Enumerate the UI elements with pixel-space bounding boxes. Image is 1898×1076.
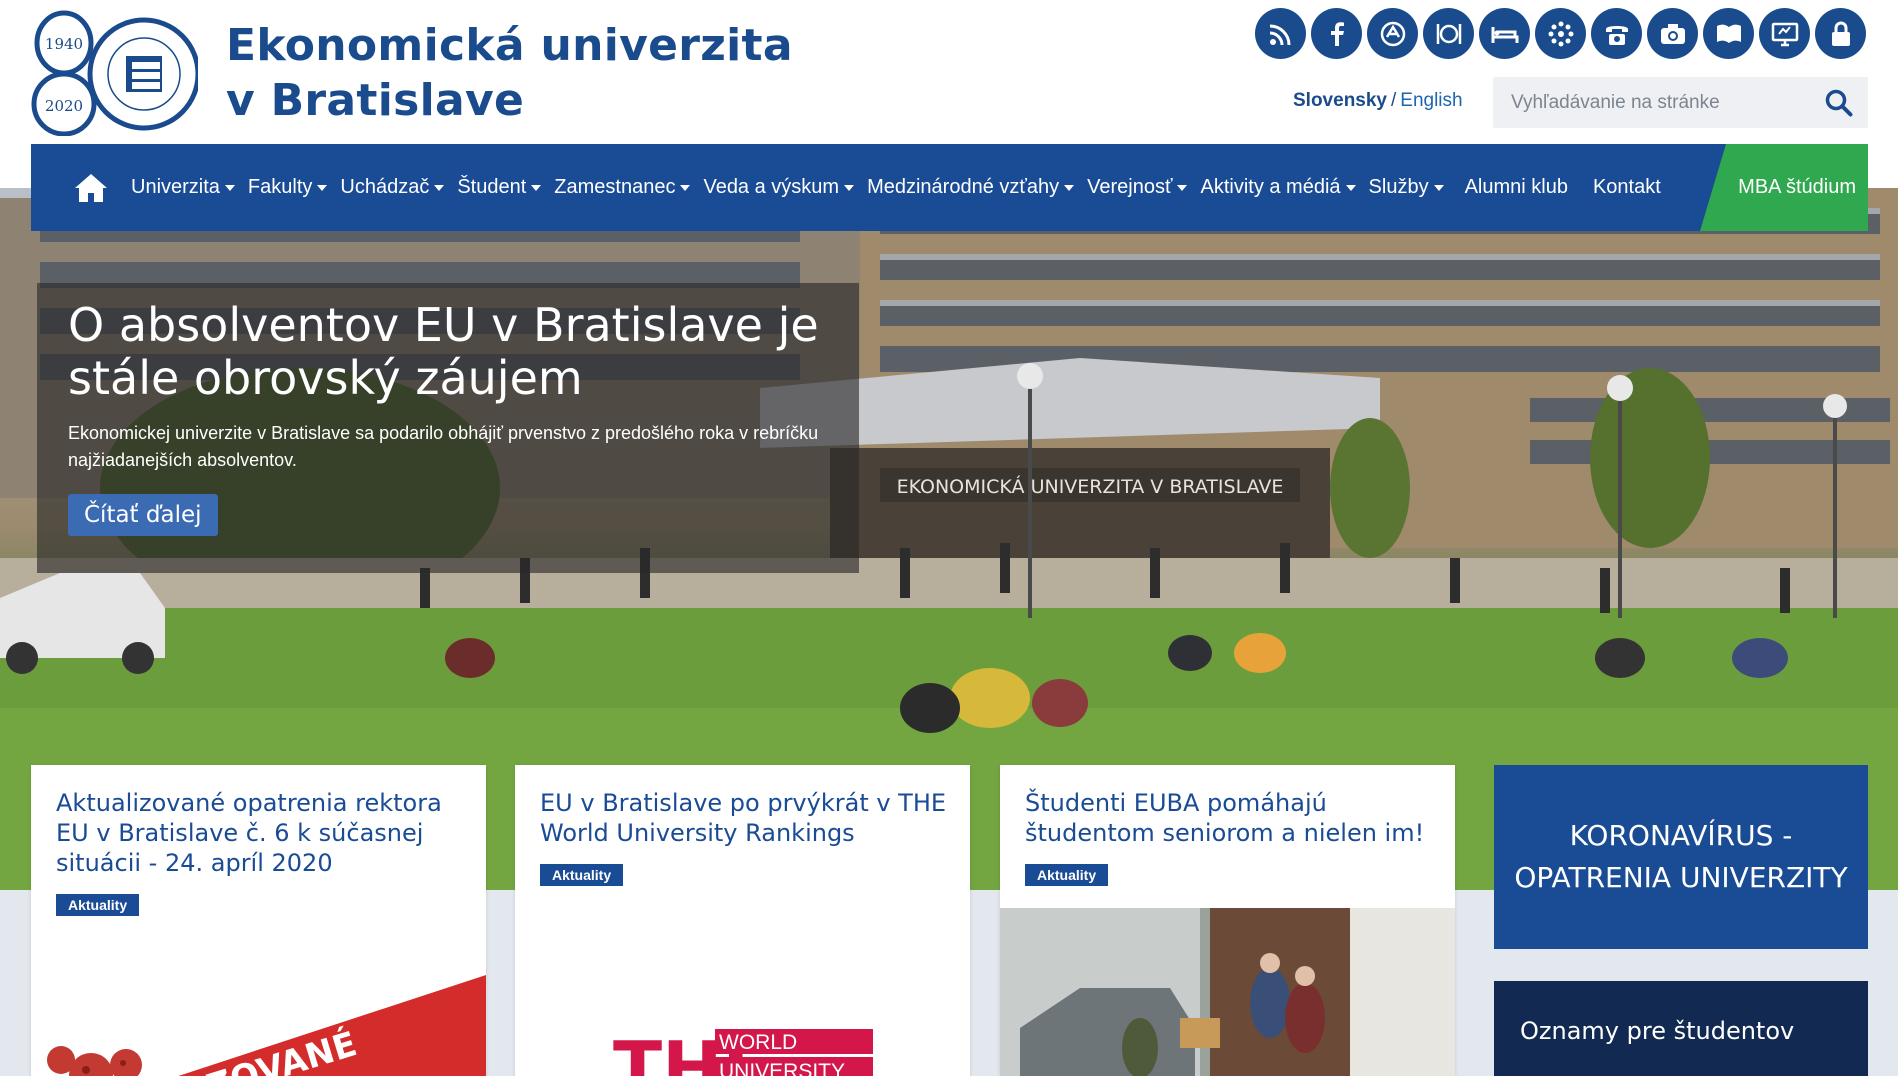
chevron-down-icon — [531, 184, 542, 191]
site-title-line1: Ekonomická univerzita — [226, 20, 793, 71]
mba-study-button[interactable]: MBA štúdium — [1700, 144, 1868, 231]
canteen-icon[interactable] — [1423, 8, 1474, 59]
nav-item-fakulty[interactable]: Fakulty — [248, 176, 339, 199]
nav-item-zamestnanec[interactable]: Zamestnanec — [554, 176, 702, 199]
news-card-title[interactable]: EU v Bratislave po prvýkrát v THE World … — [540, 788, 950, 848]
rss-icon[interactable] — [1255, 8, 1306, 59]
nav-item-aktivity[interactable]: Aktivity a médiá — [1200, 176, 1367, 199]
chevron-down-icon — [1064, 184, 1075, 191]
nav-item-label: Zamestnanec — [554, 176, 676, 198]
nav-item-medzinarodne[interactable]: Medzinárodné vzťahy — [867, 176, 1086, 199]
nav-item-kontakt[interactable]: Kontakt — [1593, 176, 1673, 199]
phone-icon[interactable] — [1591, 8, 1642, 59]
lock-icon[interactable] — [1815, 8, 1866, 59]
language-switcher: Slovensky / English — [1293, 90, 1463, 112]
site-title[interactable]: Ekonomická univerzita v Bratislave — [226, 18, 793, 128]
nav-item-veda[interactable]: Veda a výskum — [703, 176, 866, 199]
site-title-line2: v Bratislave — [226, 75, 525, 126]
nav-item-sluzby[interactable]: Služby — [1369, 176, 1456, 199]
coronavirus-measures-banner[interactable]: KORONAVÍRUS - OPATRENIA UNIVERZITY — [1494, 765, 1868, 949]
chevron-down-icon — [844, 184, 855, 191]
nav-item-label: Verejnosť — [1087, 176, 1173, 198]
lang-slovak[interactable]: Slovensky — [1293, 90, 1387, 111]
nav-item-label: Veda a výskum — [703, 176, 840, 198]
nav-item-label: Alumni klub — [1464, 176, 1568, 198]
nav-item-label: Medzinárodné vzťahy — [867, 176, 1060, 198]
chevron-down-icon — [1433, 184, 1444, 191]
nav-item-label: Uchádzač — [340, 176, 430, 198]
chevron-down-icon — [224, 184, 235, 191]
news-card-title[interactable]: Študenti EUBA pomáhajú študentom senioro… — [1025, 788, 1435, 848]
lang-separator: / — [1391, 90, 1397, 111]
quick-links — [1255, 8, 1866, 60]
network-icon[interactable] — [1535, 8, 1586, 59]
elearning-icon[interactable] — [1759, 8, 1810, 59]
ais-icon[interactable] — [1367, 8, 1418, 59]
nav-item-label: Univerzita — [131, 176, 220, 198]
lang-english[interactable]: English — [1400, 90, 1462, 111]
site-header: 1940 2020 Ekonomická univerzita v Bratis… — [0, 0, 1898, 145]
chevron-down-icon — [317, 184, 328, 191]
dormitory-icon[interactable] — [1479, 8, 1530, 59]
nav-item-univerzita[interactable]: Univerzita — [131, 176, 247, 199]
news-card-image[interactable]: THE WORLD UNIVERSITY — [515, 945, 970, 1076]
nav-item-alumni[interactable]: Alumni klub — [1465, 176, 1580, 199]
search-icon[interactable] — [1824, 88, 1854, 118]
hero-title[interactable]: O absolventov EU v Bratislave je stále o… — [68, 299, 828, 405]
nav-item-label: Kontakt — [1592, 176, 1661, 198]
facebook-icon[interactable] — [1311, 8, 1362, 59]
svg-text:2020: 2020 — [45, 97, 83, 115]
news-badge[interactable]: Aktuality — [540, 864, 624, 886]
news-card[interactable]: Študenti EUBA pomáhajú študentom senioro… — [1000, 765, 1455, 1076]
news-card-image[interactable] — [1000, 908, 1455, 1076]
main-navigation: Univerzita Fakulty Uchádzač Študent Zame… — [31, 144, 1868, 231]
university-logo[interactable]: 1940 2020 — [28, 8, 198, 136]
nav-item-label: Služby — [1368, 176, 1429, 198]
the-world-text: WORLD — [719, 1031, 797, 1054]
news-image-text: IZOVANÉ — [190, 1023, 362, 1076]
hero-text: Ekonomickej univerzite v Bratislave sa p… — [68, 423, 819, 470]
library-icon[interactable] — [1703, 8, 1754, 59]
news-badge[interactable]: Aktuality — [56, 894, 140, 916]
nav-item-uchadzac[interactable]: Uchádzač — [340, 176, 456, 199]
news-card[interactable]: EU v Bratislave po prvýkrát v THE World … — [515, 765, 970, 1076]
chevron-down-icon — [1177, 184, 1188, 191]
news-card-title[interactable]: Aktualizované opatrenia rektora EU v Bra… — [56, 788, 466, 878]
nav-item-label: Študent — [457, 176, 527, 198]
chevron-down-icon — [1345, 184, 1356, 191]
news-card[interactable]: Aktualizované opatrenia rektora EU v Bra… — [31, 765, 486, 1076]
chevron-down-icon — [680, 184, 691, 191]
student-notices-title: Oznamy pre študentov — [1520, 1017, 1795, 1045]
building-sign: EKONOMICKÁ UNIVERZITA V BRATISLAVE — [897, 475, 1284, 498]
nav-item-student[interactable]: Študent — [457, 176, 553, 199]
the-university-text: UNIVERSITY — [719, 1060, 845, 1076]
coronavirus-banner-text: KORONAVÍRUS - OPATRENIA UNIVERZITY — [1514, 819, 1848, 894]
home-icon[interactable] — [61, 168, 121, 208]
news-badge[interactable]: Aktuality — [1025, 864, 1109, 886]
hero-caption: O absolventov EU v Bratislave je stále o… — [37, 283, 859, 573]
nav-item-label: Aktivity a médiá — [1200, 176, 1341, 198]
chevron-down-icon — [434, 184, 445, 191]
search-box — [1493, 77, 1868, 128]
read-more-button[interactable]: Čítať ďalej — [68, 494, 218, 536]
nav-item-label: Fakulty — [247, 176, 313, 198]
nav-item-verejnost[interactable]: Verejnosť — [1087, 176, 1199, 199]
student-notices-box[interactable]: Oznamy pre študentov — [1494, 981, 1868, 1076]
svg-text:1940: 1940 — [45, 35, 83, 53]
nav-menu: Univerzita Fakulty Uchádzač Študent Zame… — [131, 176, 1674, 199]
camera-icon[interactable] — [1647, 8, 1698, 59]
news-card-image[interactable]: IZOVANÉ — [31, 945, 486, 1076]
search-input[interactable] — [1493, 91, 1813, 114]
